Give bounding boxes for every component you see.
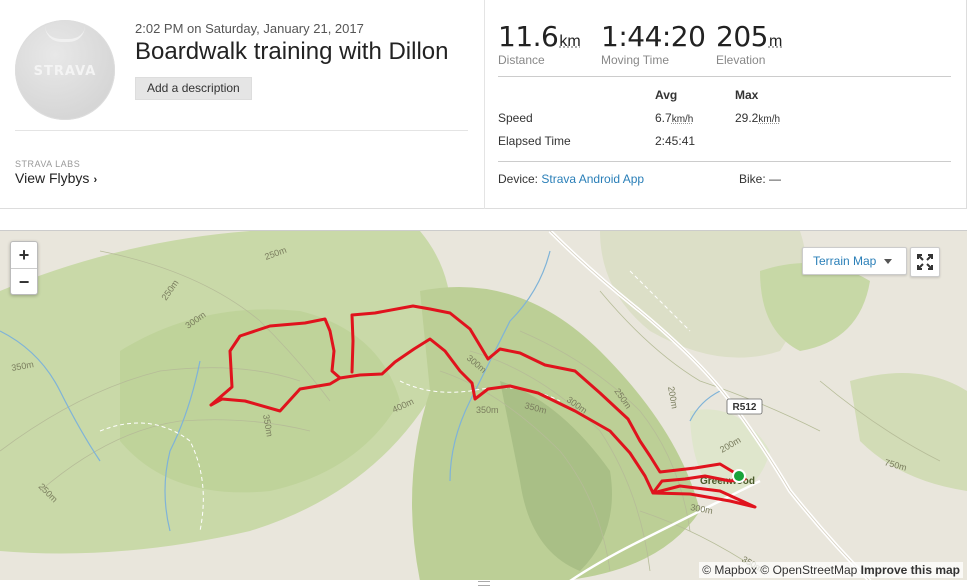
speed-avg: 6.7km/h	[655, 111, 693, 125]
stats-table: Avg Max Speed 6.7km/h 29.2km/h Elapsed T…	[498, 88, 951, 157]
athlete-avatar[interactable]: STRAVA	[15, 20, 115, 120]
activity-title: Boardwalk training with Dillon	[135, 38, 449, 65]
terrain-map-canvas[interactable]: R512 Greenwood 250m 250m 300m 350m 400m …	[0, 231, 967, 580]
speed-max-value: 29.2	[735, 111, 759, 125]
add-description-button[interactable]: Add a description	[135, 77, 252, 100]
stat-elevation: 205m Elevation	[716, 20, 782, 67]
moving-time-label: Moving Time	[601, 53, 670, 67]
road-label: R512	[733, 402, 757, 413]
divider	[498, 76, 951, 77]
avg-header: Avg	[655, 88, 678, 102]
activity-datetime: 2:02 PM on Saturday, January 21, 2017	[135, 21, 364, 36]
speed-max: 29.2km/h	[735, 111, 780, 125]
elevation-value: 205	[716, 20, 768, 53]
device-link[interactable]: Strava Android App	[541, 172, 644, 186]
device-label: Device:	[498, 172, 539, 186]
distance-value: 11.6	[498, 20, 559, 53]
map-attribution: © Mapbox © OpenStreetMap Improve this ma…	[699, 562, 963, 578]
stat-moving-time: 1:44:20 Moving Time	[601, 20, 706, 67]
divider	[498, 161, 951, 162]
zoom-out-button[interactable]: −	[11, 268, 37, 294]
elevation-label: Elevation	[716, 53, 766, 67]
start-marker[interactable]	[732, 469, 746, 483]
activity-header: STRAVA 2:02 PM on Saturday, January 21, …	[0, 0, 967, 209]
distance-unit: km	[559, 33, 581, 50]
zoom-in-button[interactable]: +	[11, 242, 37, 268]
view-flybys-link[interactable]: View Flybys ›	[15, 170, 97, 186]
improve-map-link[interactable]: Improve this map	[861, 563, 960, 577]
avatar-collar-shape	[45, 26, 85, 42]
vertical-divider	[484, 0, 485, 209]
fullscreen-button[interactable]	[910, 247, 940, 277]
speed-unit: km/h	[671, 114, 694, 125]
fullscreen-icon	[917, 254, 933, 270]
speed-avg-value: 6.7	[655, 111, 672, 125]
map-type-label: Terrain Map	[813, 254, 877, 268]
table-header-row: Avg Max	[498, 88, 951, 111]
elevation-unit: m	[768, 33, 783, 50]
caret-down-icon	[884, 259, 893, 265]
chevron-right-icon: ›	[93, 174, 98, 186]
elapsed-value: 2:45:41	[655, 134, 696, 148]
view-flybys-label: View Flybys	[15, 170, 90, 186]
contour-label: 350m	[476, 405, 499, 415]
max-header: Max	[735, 88, 759, 102]
mapbox-credit[interactable]: © Mapbox	[702, 563, 757, 577]
osm-credit[interactable]: © OpenStreetMap	[760, 563, 857, 577]
divider	[15, 130, 468, 131]
bike-value: —	[769, 172, 782, 186]
elapsed-row: Elapsed Time 2:45:41	[498, 134, 951, 157]
strava-logo: STRAVA	[33, 64, 97, 79]
speed-row: Speed 6.7km/h 29.2km/h	[498, 111, 951, 134]
device-info: Device: Strava Android App	[498, 172, 644, 186]
route-map[interactable]: R512 Greenwood 250m 250m 300m 350m 400m …	[0, 230, 967, 580]
zoom-control: + −	[10, 241, 38, 295]
elapsed-label: Elapsed Time	[498, 134, 571, 148]
stat-distance: 11.6km Distance	[498, 20, 581, 67]
distance-label: Distance	[498, 53, 545, 67]
strava-labs-label: STRAVA LABS	[15, 159, 81, 169]
bike-info: Bike: —	[739, 172, 781, 186]
moving-time-value: 1:44:20	[601, 20, 706, 53]
resize-handle[interactable]	[478, 581, 490, 586]
speed-label: Speed	[498, 111, 533, 125]
bike-label: Bike:	[739, 172, 766, 186]
speed-unit: km/h	[758, 114, 781, 125]
map-type-dropdown[interactable]: Terrain Map	[802, 247, 908, 275]
